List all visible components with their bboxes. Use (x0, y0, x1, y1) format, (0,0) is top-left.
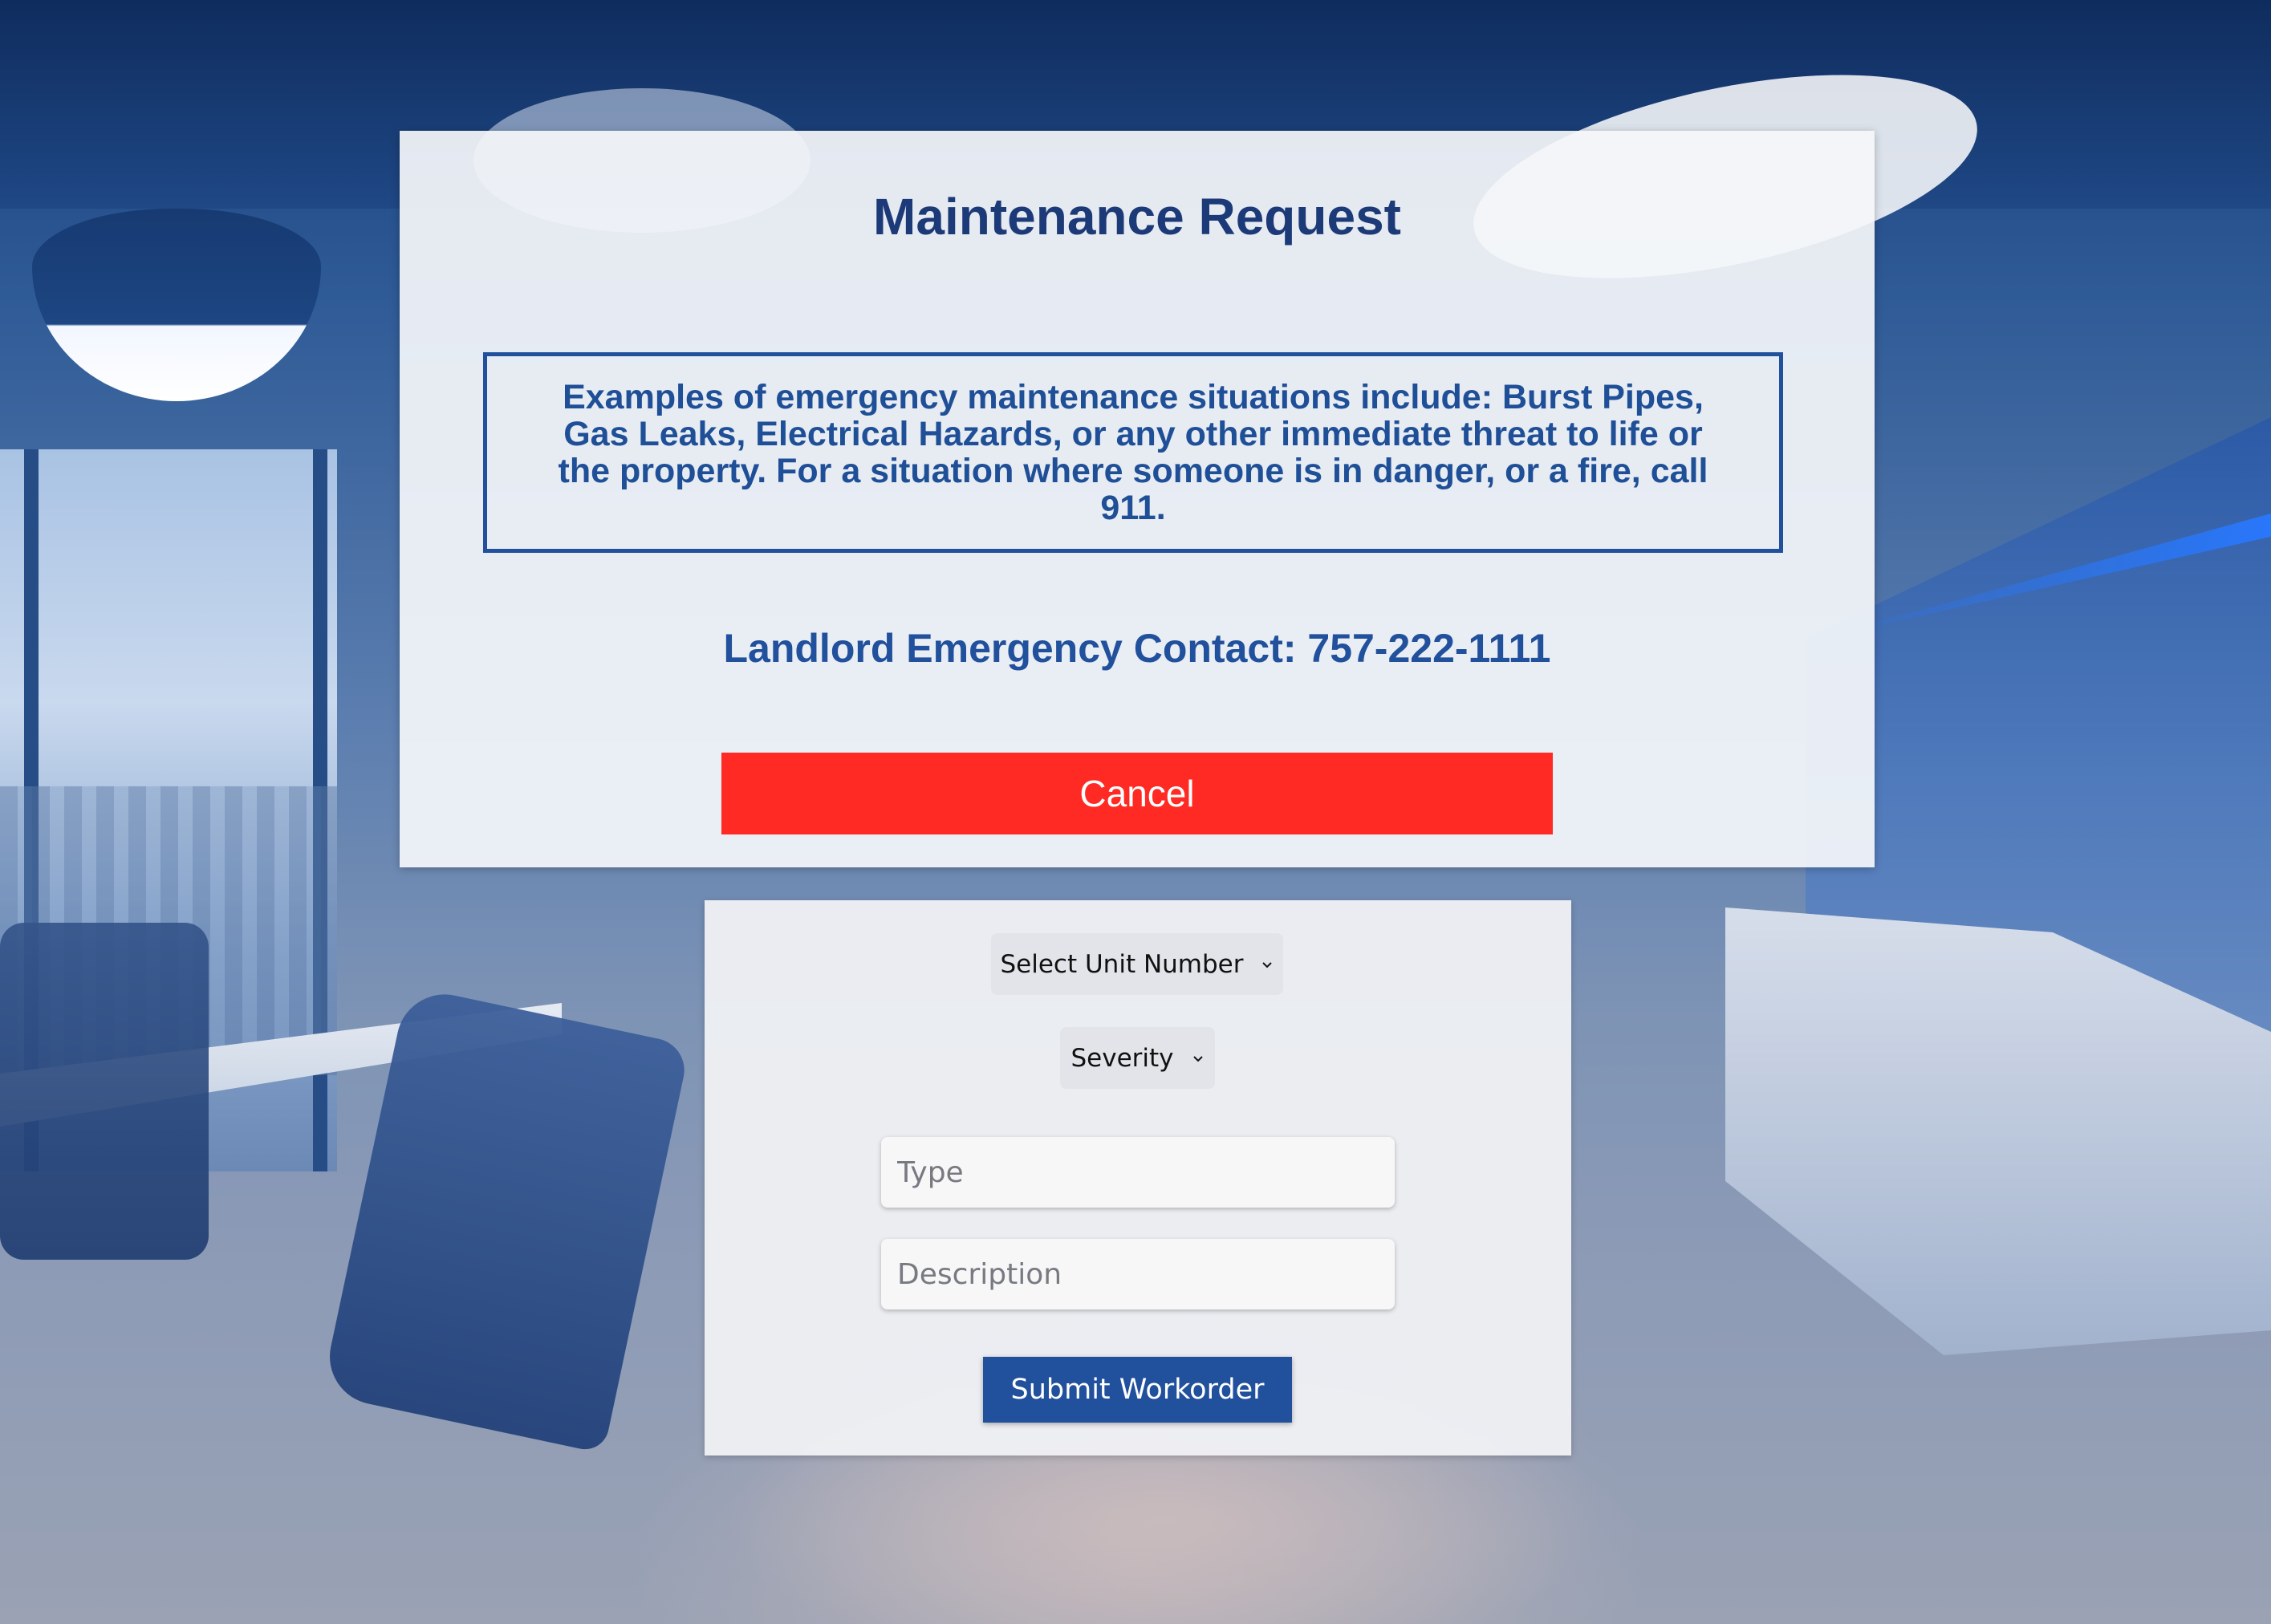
pendant-lamp (32, 209, 321, 401)
severity-select-value: Severity (1070, 1043, 1174, 1073)
emergency-contact: Landlord Emergency Contact: 757-222-1111 (723, 626, 1551, 671)
info-panel: Maintenance Request Examples of emergenc… (400, 131, 1875, 867)
cancel-button[interactable]: Cancel (721, 753, 1553, 834)
description-input[interactable] (881, 1239, 1395, 1309)
emergency-notice-text: Examples of emergency maintenance situat… (558, 378, 1708, 527)
chevron-down-icon (1192, 1055, 1203, 1062)
chevron-down-icon (1262, 961, 1273, 968)
emergency-notice-box: Examples of emergency maintenance situat… (483, 352, 1783, 553)
chair (0, 923, 209, 1260)
unit-number-select[interactable]: Select Unit Number (991, 933, 1283, 995)
type-input[interactable] (881, 1137, 1395, 1208)
workorder-form: Select Unit Number Severity Submit Worko… (705, 900, 1571, 1456)
submit-workorder-button[interactable]: Submit Workorder (983, 1357, 1292, 1423)
page-title: Maintenance Request (873, 188, 1401, 246)
severity-select[interactable]: Severity (1060, 1027, 1215, 1089)
unit-number-select-value: Select Unit Number (1000, 949, 1244, 979)
